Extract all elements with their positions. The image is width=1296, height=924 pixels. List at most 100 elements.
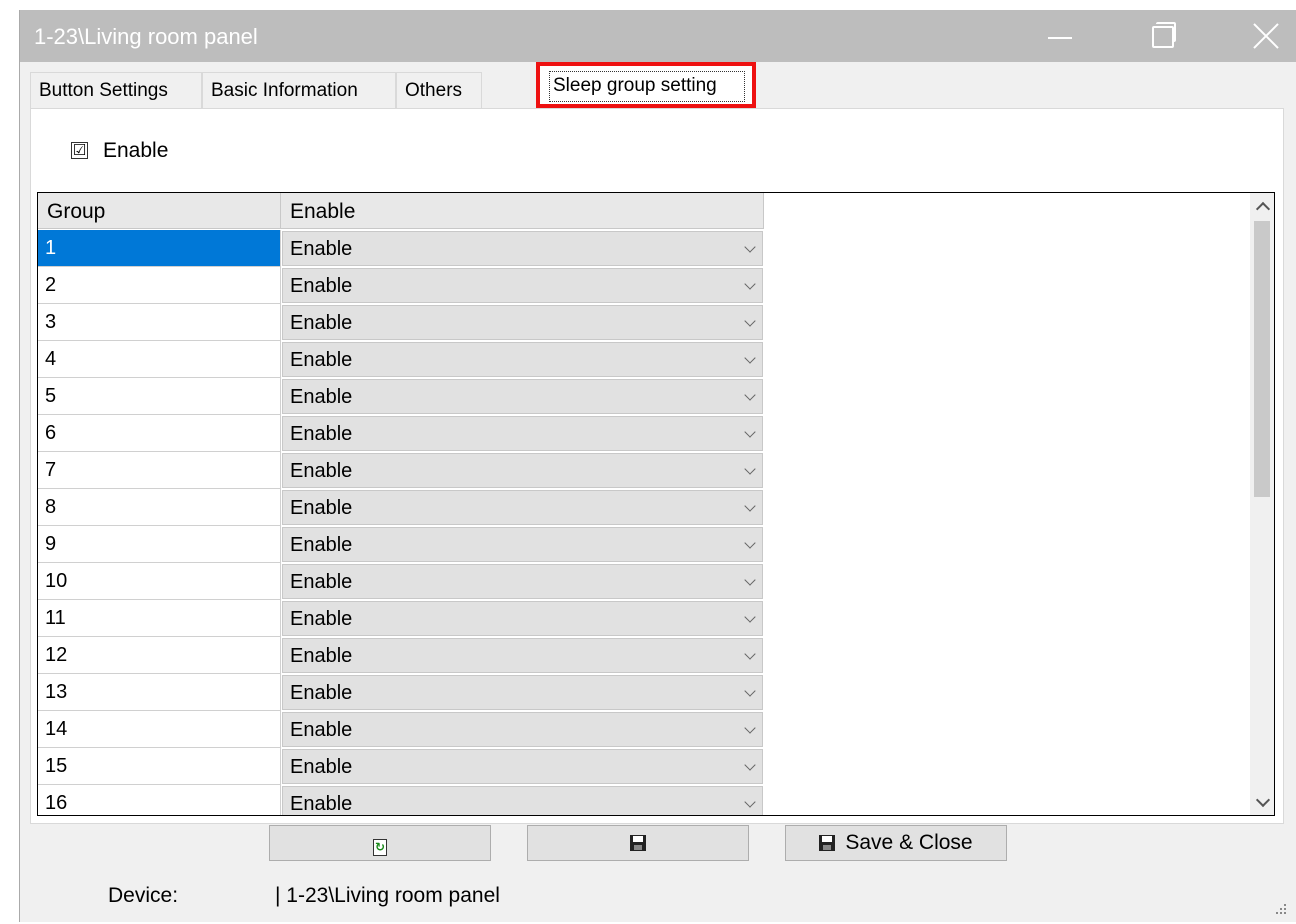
group-cell[interactable]: 6 xyxy=(38,415,281,452)
table-row[interactable]: 12 Enable xyxy=(38,637,764,674)
enable-dropdown[interactable]: Enable xyxy=(282,564,763,599)
table-row[interactable]: 6 Enable xyxy=(38,415,764,452)
enable-dropdown-value: Enable xyxy=(290,534,353,556)
floppy-disk-icon xyxy=(630,835,646,851)
chevron-down-icon xyxy=(744,241,756,253)
enable-dropdown[interactable]: Enable xyxy=(282,712,763,747)
enable-dropdown-value: Enable xyxy=(290,386,353,408)
chevron-down-icon xyxy=(744,463,756,475)
enable-dropdown[interactable]: Enable xyxy=(282,527,763,562)
chevron-down-icon xyxy=(744,722,756,734)
table-row[interactable]: 13 Enable xyxy=(38,674,764,711)
group-cell[interactable]: 7 xyxy=(38,452,281,489)
chevron-down-icon xyxy=(744,574,756,586)
enable-dropdown[interactable]: Enable xyxy=(282,749,763,784)
table-row[interactable]: 5 Enable xyxy=(38,378,764,415)
chevron-down-icon xyxy=(744,278,756,290)
sleep-group-grid: Group Enable 1 Enable 2 Enable 3 Enable 4 Enabl… xyxy=(37,192,1275,816)
enable-dropdown-value: Enable xyxy=(290,497,353,519)
refresh-button[interactable]: ↻ xyxy=(269,825,491,861)
group-cell[interactable]: 9 xyxy=(38,526,281,563)
enable-dropdown-value: Enable xyxy=(290,460,353,482)
table-row[interactable]: 10 Enable xyxy=(38,563,764,600)
title-bar[interactable]: 1-23\Living room panel xyxy=(20,10,1296,62)
group-cell[interactable]: 16 xyxy=(38,785,281,815)
enable-dropdown[interactable]: Enable xyxy=(282,490,763,525)
table-row[interactable]: 8 Enable xyxy=(38,489,764,526)
column-header-enable[interactable]: Enable xyxy=(281,193,764,229)
chevron-down-icon xyxy=(744,352,756,364)
table-row[interactable]: 14 Enable xyxy=(38,711,764,748)
scroll-up-arrow-icon[interactable] xyxy=(1250,193,1274,219)
resize-grip-icon[interactable] xyxy=(1276,904,1288,916)
enable-dropdown-value: Enable xyxy=(290,275,353,297)
enable-dropdown[interactable]: Enable xyxy=(282,786,763,815)
enable-dropdown-value: Enable xyxy=(290,645,353,667)
table-row[interactable]: 15 Enable xyxy=(38,748,764,785)
enable-dropdown[interactable]: Enable xyxy=(282,416,763,451)
floppy-disk-icon xyxy=(819,835,836,851)
enable-dropdown[interactable]: Enable xyxy=(282,453,763,488)
group-cell[interactable]: 3 xyxy=(38,304,281,341)
close-button[interactable] xyxy=(1245,20,1285,52)
chevron-down-icon xyxy=(744,759,756,771)
group-cell[interactable]: 14 xyxy=(38,711,281,748)
settings-window: 1-23\Living room panel Button Settings B… xyxy=(19,10,1296,922)
enable-dropdown[interactable]: Enable xyxy=(282,601,763,636)
tab-sleep-group-setting-label: Sleep group setting xyxy=(549,71,745,102)
table-row[interactable]: 2 Enable xyxy=(38,267,764,304)
enable-dropdown[interactable]: Enable xyxy=(282,268,763,303)
chevron-down-icon xyxy=(744,685,756,697)
enable-dropdown-value: Enable xyxy=(290,793,353,815)
group-cell[interactable]: 13 xyxy=(38,674,281,711)
group-cell[interactable]: 11 xyxy=(38,600,281,637)
enable-dropdown[interactable]: Enable xyxy=(282,342,763,377)
enable-dropdown[interactable]: Enable xyxy=(282,379,763,414)
enable-dropdown[interactable]: Enable xyxy=(282,638,763,673)
save-and-close-button[interactable]: Save & Close xyxy=(785,825,1007,861)
table-row[interactable]: 11 Enable xyxy=(38,600,764,637)
group-cell[interactable]: 15 xyxy=(38,748,281,785)
vertical-scrollbar[interactable] xyxy=(1250,193,1274,815)
column-header-group[interactable]: Group xyxy=(38,193,281,229)
chevron-down-icon xyxy=(744,426,756,438)
window-title: 1-23\Living room panel xyxy=(34,24,258,49)
table-row[interactable]: 9 Enable xyxy=(38,526,764,563)
group-cell[interactable]: 4 xyxy=(38,341,281,378)
table-row[interactable]: 4 Enable xyxy=(38,341,764,378)
scroll-down-arrow-icon[interactable] xyxy=(1250,789,1274,815)
tab-basic-information[interactable]: Basic Information xyxy=(202,72,396,109)
enable-dropdown-value: Enable xyxy=(290,312,353,334)
chevron-down-icon xyxy=(744,389,756,401)
enable-dropdown[interactable]: Enable xyxy=(282,305,763,340)
group-cell[interactable]: 5 xyxy=(38,378,281,415)
enable-dropdown-value: Enable xyxy=(290,756,353,778)
table-row[interactable]: 16 Enable xyxy=(38,785,764,815)
group-cell[interactable]: 2 xyxy=(38,267,281,304)
chevron-down-icon xyxy=(744,500,756,512)
enable-dropdown-value: Enable xyxy=(290,423,353,445)
enable-dropdown-value: Enable xyxy=(290,682,353,704)
tab-others[interactable]: Others xyxy=(396,72,482,109)
enable-dropdown-value: Enable xyxy=(290,571,353,593)
group-cell[interactable]: 10 xyxy=(38,563,281,600)
save-button[interactable] xyxy=(527,825,749,861)
checkbox-checked-icon: ☑ xyxy=(71,142,88,159)
grid-rows: 1 Enable 2 Enable 3 Enable 4 Enable 5 Enable 6 Enab… xyxy=(38,230,764,815)
scrollbar-thumb[interactable] xyxy=(1254,221,1270,497)
group-cell[interactable]: 12 xyxy=(38,637,281,674)
enable-dropdown[interactable]: Enable xyxy=(282,675,763,710)
table-row[interactable]: 1 Enable xyxy=(38,230,764,267)
enable-dropdown-value: Enable xyxy=(290,719,353,741)
group-cell[interactable]: 1 xyxy=(38,230,281,267)
tab-button-settings[interactable]: Button Settings xyxy=(30,72,202,109)
group-cell[interactable]: 8 xyxy=(38,489,281,526)
tab-sleep-group-setting[interactable]: Sleep group setting xyxy=(536,62,756,108)
restore-button[interactable] xyxy=(1140,20,1180,52)
enable-dropdown[interactable]: Enable xyxy=(282,231,763,266)
table-row[interactable]: 7 Enable xyxy=(38,452,764,489)
minimize-button[interactable] xyxy=(1040,20,1080,52)
chevron-down-icon xyxy=(744,796,756,808)
table-row[interactable]: 3 Enable xyxy=(38,304,764,341)
chevron-down-icon xyxy=(744,648,756,660)
